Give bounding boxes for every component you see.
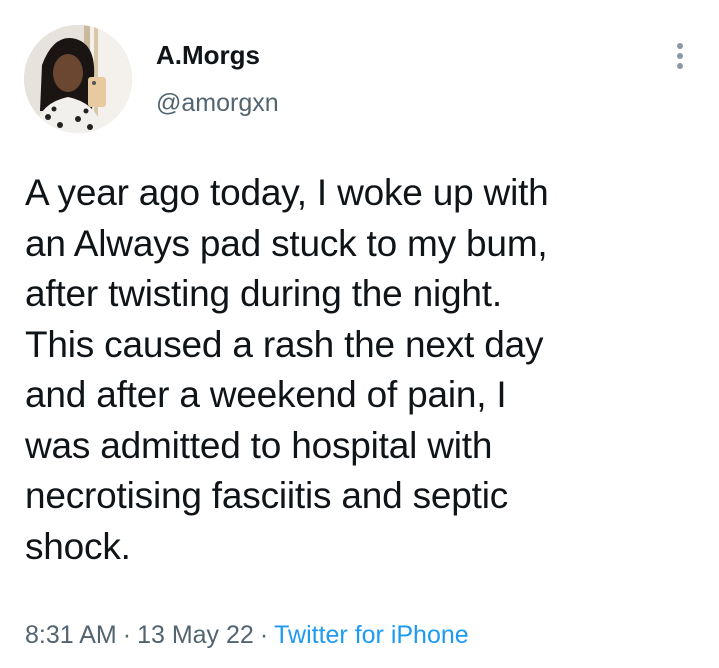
more-options-button[interactable] [664,38,696,78]
more-vertical-icon [677,43,683,69]
tweet-time[interactable]: 8:31 AM [25,621,117,649]
tweet-text: A year ago today, I woke up with an Alwa… [25,172,549,567]
user-handle[interactable]: @amorgxn [156,88,279,118]
tweet: A.Morgs @amorgxn A year ago today, I wok… [0,0,719,668]
avatar-image [24,25,132,133]
display-name[interactable]: A.Morgs [156,40,260,70]
avatar[interactable] [24,25,132,133]
tweet-date[interactable]: 13 May 22 [137,621,254,649]
meta-separator: · [122,621,132,649]
tweet-source-link[interactable]: Twitter for iPhone [274,621,469,649]
tweet-meta: 8:31 AM · 13 May 22 · Twitter for iPhone [25,618,469,652]
meta-separator: · [259,621,269,649]
